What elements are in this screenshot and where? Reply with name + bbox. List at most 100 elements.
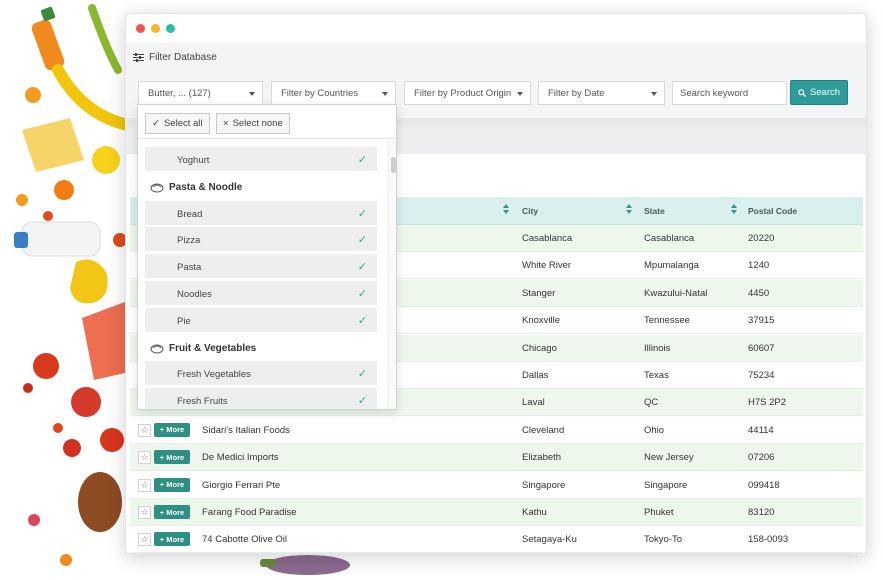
company-name-cell: De Medici Imports xyxy=(202,452,279,464)
more-button[interactable]: + More xyxy=(154,505,190,519)
state-cell: Ohio xyxy=(644,424,665,436)
sort-icon[interactable] xyxy=(503,204,509,216)
state-cell: QC xyxy=(644,397,659,409)
food-illustration xyxy=(14,4,138,566)
table-row[interactable]: ☆ + More Giorgio Ferrari Pte Singapore Singa… xyxy=(130,472,863,499)
dropdown-option[interactable]: Pasta ✓ xyxy=(145,254,377,280)
table-row[interactable]: ☆ + More 74 Cabotte Olive Oil Setagaya-Ku To… xyxy=(130,526,863,553)
star-icon[interactable]: ☆ xyxy=(138,478,151,492)
postal-code-cell: 20220 xyxy=(748,233,775,244)
search-button-label: Search xyxy=(809,87,841,98)
chevron-down-icon xyxy=(382,92,388,96)
dropdown-group-header[interactable]: Fruit & Vegetables xyxy=(150,337,256,359)
product-origin-select[interactable]: Filter by Product Origin xyxy=(404,81,531,105)
table-row[interactable]: ☆ + More De Medici Imports Elizabeth New Jer… xyxy=(130,444,863,472)
dropdown-option[interactable]: Pie ✓ xyxy=(145,307,377,333)
dropdown-option-label: Pizza xyxy=(177,235,201,247)
postal-code-cell: H7S 2P2 xyxy=(748,397,787,409)
countries-select-value: Filter by Countries xyxy=(281,87,359,99)
dropdown-option[interactable]: Pizza ✓ xyxy=(145,227,377,253)
check-icon: ✓ xyxy=(357,368,367,381)
check-icon: ✓ xyxy=(357,234,367,247)
postal-code-cell: 07206 xyxy=(748,452,775,464)
check-icon: ✓ xyxy=(357,287,367,300)
star-icon[interactable]: ☆ xyxy=(138,423,151,437)
postal-code-cell: 099418 xyxy=(748,479,780,491)
stage: Filter Database Butter, ... (127) Filter… xyxy=(0,0,883,580)
column-header-city[interactable]: City xyxy=(522,206,538,216)
column-header-postal-code[interactable]: Postal Code xyxy=(748,206,797,216)
star-icon[interactable]: ☆ xyxy=(138,533,151,547)
city-cell: Cleveland xyxy=(522,424,565,436)
chevron-down-icon xyxy=(651,92,657,96)
postal-code-cell: 4450 xyxy=(748,287,770,299)
postal-code-cell: 83120 xyxy=(748,507,775,518)
countries-select[interactable]: Filter by Countries xyxy=(271,81,396,105)
state-cell: Casablanca xyxy=(644,233,695,244)
postal-code-cell: 158-0093 xyxy=(748,534,789,546)
search-icon xyxy=(798,88,806,97)
state-cell: Texas xyxy=(644,370,669,381)
state-cell: Mpumalanga xyxy=(644,260,699,272)
select-none-button[interactable]: × Select none xyxy=(216,113,290,134)
postal-code-cell: 1240 xyxy=(748,260,770,272)
company-name-cell: 74 Cabotte Olive Oil xyxy=(202,534,288,546)
company-name-cell: Farang Food Paradise xyxy=(202,507,297,518)
dropdown-option-label: Bread xyxy=(177,208,203,220)
more-button[interactable]: + More xyxy=(154,450,190,465)
dropdown-option[interactable]: Fresh Fruits ✓ xyxy=(145,387,377,409)
dropdown-group-label: Pasta & Noodle xyxy=(169,182,243,194)
dropdown-option-label: Pasta xyxy=(177,262,202,274)
search-input[interactable]: Search keyword xyxy=(672,81,787,105)
search-button[interactable]: Search xyxy=(790,80,848,105)
city-cell: White River xyxy=(522,260,572,272)
select-all-label: Select all xyxy=(163,118,203,129)
scrollbar-thumb[interactable] xyxy=(391,157,396,173)
dropdown-option-label: Fresh Fruits xyxy=(177,395,228,407)
state-cell: Tokyo-To xyxy=(644,534,683,546)
search-input-placeholder: Search keyword xyxy=(680,87,749,99)
sliders-icon xyxy=(133,52,144,62)
dropdown-scrollbar[interactable] xyxy=(388,139,396,409)
city-cell: Singapore xyxy=(522,479,566,491)
check-icon: ✓ xyxy=(357,314,367,327)
city-cell: Casablanca xyxy=(522,233,573,244)
state-cell: Singapore xyxy=(644,479,688,491)
maximize-window-dot[interactable] xyxy=(166,24,175,33)
more-button[interactable]: + More xyxy=(154,477,190,492)
dropdown-option-label: Noodles xyxy=(177,288,212,300)
dropdown-option-label: Yoghurt xyxy=(177,155,210,166)
filter-header-label: Filter Database xyxy=(149,51,217,63)
state-cell: Phuket xyxy=(644,507,674,518)
date-select[interactable]: Filter by Date xyxy=(538,81,665,105)
dropdown-option[interactable]: Fresh Vegetables ✓ xyxy=(145,361,377,387)
category-select[interactable]: Butter, ... (127) xyxy=(138,81,263,105)
select-all-button[interactable]: ✓ Select all xyxy=(145,113,210,134)
table-row[interactable]: ☆ + More Sidari's Italian Foods Cleveland Oh… xyxy=(130,417,863,444)
select-none-label: Select none xyxy=(232,118,283,129)
sort-icon[interactable] xyxy=(731,204,737,216)
close-window-dot[interactable] xyxy=(136,24,145,33)
check-icon: ✓ xyxy=(152,118,160,129)
postal-code-cell: 60607 xyxy=(748,342,775,354)
company-name-cell: Sidari's Italian Foods xyxy=(202,424,290,436)
table-row[interactable]: ☆ + More Farang Food Paradise Kathu Phuket 83… xyxy=(130,499,863,526)
date-select-value: Filter by Date xyxy=(548,87,605,99)
star-icon[interactable]: ☆ xyxy=(138,506,151,519)
pasta-bowl-icon xyxy=(150,183,164,193)
postal-code-cell: 44114 xyxy=(748,424,774,436)
sort-icon[interactable] xyxy=(626,204,632,216)
more-button[interactable]: + More xyxy=(154,532,190,547)
check-icon: ✓ xyxy=(357,394,367,407)
state-cell: Kwazului-Natal xyxy=(644,287,708,299)
column-header-state[interactable]: State xyxy=(644,206,665,216)
dropdown-option[interactable]: Yoghurt ✓ xyxy=(145,147,377,172)
city-cell: Dallas xyxy=(522,370,549,381)
dropdown-option[interactable]: Bread ✓ xyxy=(145,200,377,226)
vegetable-icon xyxy=(150,344,164,354)
dropdown-group-header[interactable]: Pasta & Noodle xyxy=(150,177,242,199)
more-button[interactable]: + More xyxy=(154,422,190,437)
star-icon[interactable]: ☆ xyxy=(138,451,151,465)
dropdown-option[interactable]: Noodles ✓ xyxy=(145,280,377,306)
minimize-window-dot[interactable] xyxy=(151,24,160,33)
